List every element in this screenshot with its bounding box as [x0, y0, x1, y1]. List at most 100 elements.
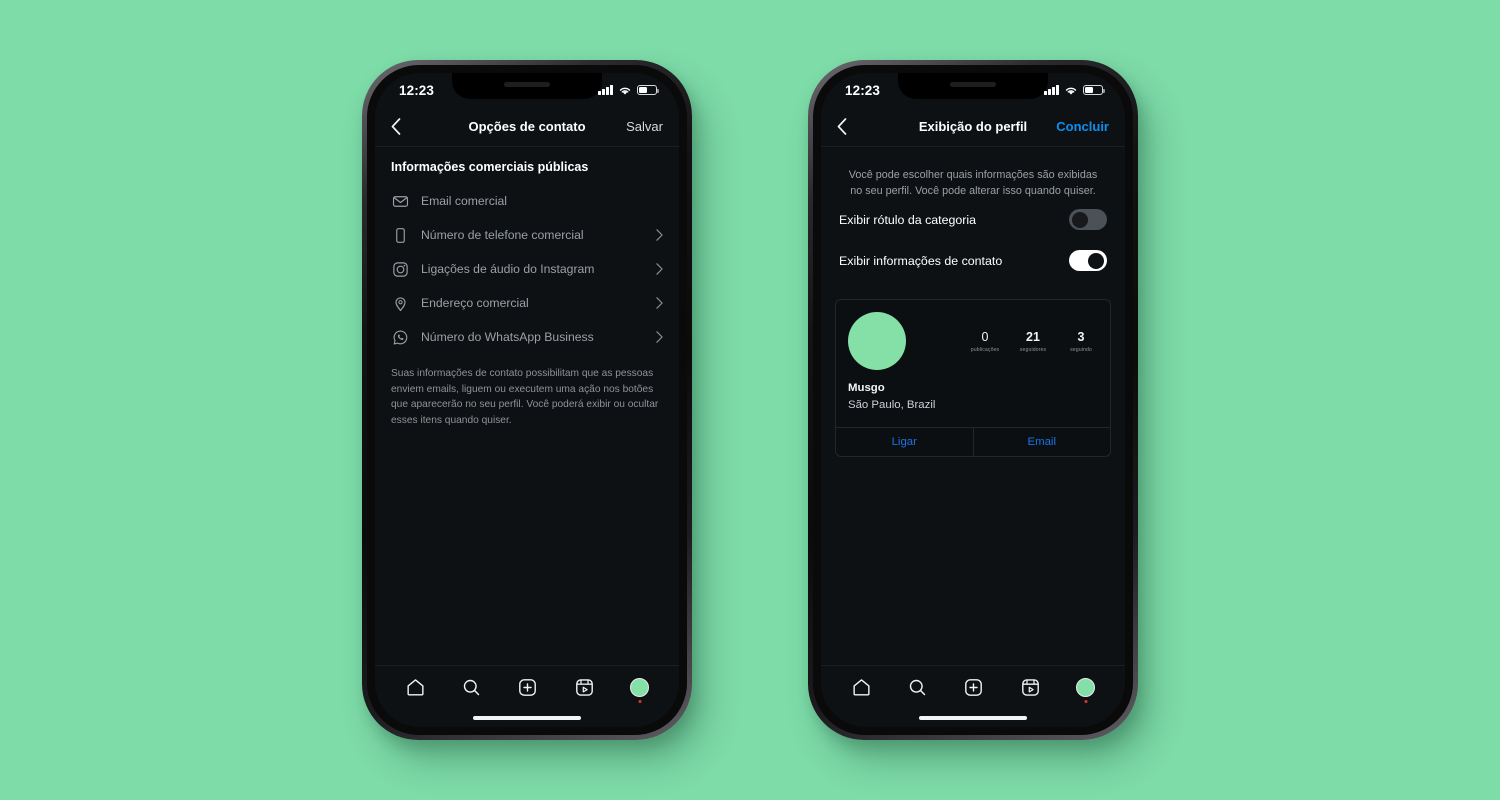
avatar-icon — [1076, 678, 1096, 697]
toggle-label: Exibir rótulo da categoria — [839, 212, 977, 227]
wifi-icon — [619, 87, 631, 95]
contact-options-list: Email comercial Número de telefone comer… — [375, 184, 679, 354]
wifi-icon — [1065, 87, 1077, 95]
home-indicator — [821, 709, 1125, 727]
back-button[interactable] — [391, 118, 417, 135]
toggle-switch-category-label[interactable] — [1069, 209, 1107, 231]
tab-search[interactable] — [907, 677, 928, 698]
signal-bars-icon — [1044, 85, 1059, 95]
list-item-label: Endereço comercial — [421, 296, 529, 310]
phone-bezel: 12:23 — [367, 65, 687, 735]
list-item-business-phone[interactable]: Número de telefone comercial — [375, 218, 679, 252]
list-item-label: Email comercial — [421, 194, 508, 208]
tab-home[interactable] — [851, 677, 872, 698]
stat-following: 3 seguindo — [1064, 330, 1098, 370]
save-button[interactable]: Salvar — [626, 119, 663, 134]
back-button[interactable] — [837, 118, 863, 135]
email-action-button[interactable]: Email — [972, 427, 1111, 456]
list-item-label: Ligações de áudio do Instagram — [421, 262, 595, 276]
profile-location: São Paulo, Brazil — [848, 399, 936, 412]
home-icon — [853, 679, 870, 696]
home-icon — [407, 679, 424, 696]
instagram-icon — [391, 260, 409, 278]
stat-label: publicações — [970, 347, 1000, 354]
done-button[interactable]: Concluir — [1056, 119, 1109, 134]
stat-value: 3 — [1077, 330, 1085, 345]
phone-device-profile-display: 12:23 Exibição do perfil Concluir Você p… — [808, 60, 1138, 740]
phone-icon — [391, 226, 409, 244]
profile-card-top: 0 publicações 21 seguidores 3 seguindo — [836, 300, 1110, 380]
section-title: Informações comerciais públicas — [391, 160, 589, 174]
call-action-button[interactable]: Ligar — [836, 428, 973, 456]
location-pin-icon — [391, 294, 409, 312]
contact-info-footnote: Suas informações de contato possibilitam… — [391, 368, 659, 426]
profile-display-description: Você pode escolher quais informações são… — [848, 169, 1098, 198]
chevron-left-icon — [837, 118, 847, 135]
status-bar: 12:23 — [375, 73, 679, 107]
profile-preview-card: 0 publicações 21 seguidores 3 seguindo M… — [835, 299, 1111, 457]
status-bar: 12:23 — [821, 73, 1125, 107]
stat-followers: 21 seguidores — [1016, 330, 1050, 370]
list-item-whatsapp-business[interactable]: Número do WhatsApp Business — [375, 320, 679, 354]
stat-value: 21 — [1026, 330, 1040, 345]
chevron-right-icon — [656, 331, 663, 343]
battery-icon — [637, 85, 660, 95]
stat-label: seguindo — [1070, 347, 1092, 354]
stat-label: seguidores — [1019, 347, 1047, 354]
screenshot-stage: 12:23 Opções de contato Salvar Informaçõ… — [0, 0, 1500, 800]
search-icon — [463, 679, 480, 696]
battery-icon — [1083, 85, 1106, 95]
profile-identity: Musgo São Paulo, Brazil — [836, 380, 1110, 426]
chevron-right-icon — [656, 229, 663, 241]
profile-avatar — [848, 312, 906, 371]
plus-square-icon — [519, 679, 537, 696]
phone-screen-profile-display: 12:23 Exibição do perfil Concluir Você p… — [821, 73, 1125, 727]
list-item-label: Número de telefone comercial — [421, 228, 584, 242]
signal-bars-icon — [598, 85, 613, 95]
chevron-right-icon — [656, 263, 663, 275]
stat-posts: 0 publicações — [968, 330, 1002, 370]
bottom-tab-bar — [375, 665, 679, 709]
home-indicator — [375, 709, 679, 727]
envelope-icon — [391, 192, 409, 210]
status-time: 12:23 — [399, 82, 435, 98]
navbar: Opções de contato Salvar — [375, 107, 679, 147]
toggle-row-category-label[interactable]: Exibir rótulo da categoria — [821, 199, 1125, 240]
status-icons — [1044, 85, 1106, 96]
toggle-switch-contact-info[interactable] — [1069, 250, 1107, 272]
reels-icon — [575, 679, 593, 696]
toggle-label: Exibir informações de contato — [839, 253, 1003, 268]
tab-search[interactable] — [461, 677, 482, 698]
chevron-right-icon — [656, 297, 663, 309]
phone-screen-contact-options: 12:23 Opções de contato Salvar Informaçõ… — [375, 73, 679, 727]
list-item-business-email[interactable]: Email comercial — [375, 184, 679, 218]
list-item-business-address[interactable]: Endereço comercial — [375, 286, 679, 320]
tab-profile[interactable] — [630, 678, 650, 697]
profile-stats: 0 publicações 21 seguidores 3 seguindo — [968, 312, 1098, 370]
tab-create[interactable] — [963, 677, 984, 698]
chevron-left-icon — [391, 118, 401, 135]
tab-home[interactable] — [405, 677, 426, 698]
status-time: 12:23 — [845, 82, 881, 98]
search-icon — [909, 679, 926, 696]
tab-create[interactable] — [517, 677, 538, 698]
phone-device-contact-options: 12:23 Opções de contato Salvar Informaçõ… — [362, 60, 692, 740]
avatar-icon — [630, 678, 650, 697]
list-item-instagram-audio-calls[interactable]: Ligações de áudio do Instagram — [375, 252, 679, 286]
toggle-knob — [1088, 252, 1104, 269]
toggle-knob — [1072, 211, 1088, 228]
tab-reels[interactable] — [574, 677, 595, 698]
toggle-row-contact-info[interactable]: Exibir informações de contato — [821, 240, 1125, 281]
navbar: Exibição do perfil Concluir — [821, 107, 1125, 147]
whatsapp-icon — [391, 328, 409, 346]
profile-card-actions: Ligar Email — [836, 426, 1111, 456]
reels-icon — [1021, 679, 1039, 696]
status-icons — [598, 85, 660, 96]
stat-value: 0 — [981, 330, 989, 345]
tab-reels[interactable] — [1020, 677, 1041, 698]
tab-profile[interactable] — [1076, 678, 1096, 697]
bottom-tab-bar — [821, 665, 1125, 709]
list-item-label: Número do WhatsApp Business — [421, 330, 594, 344]
